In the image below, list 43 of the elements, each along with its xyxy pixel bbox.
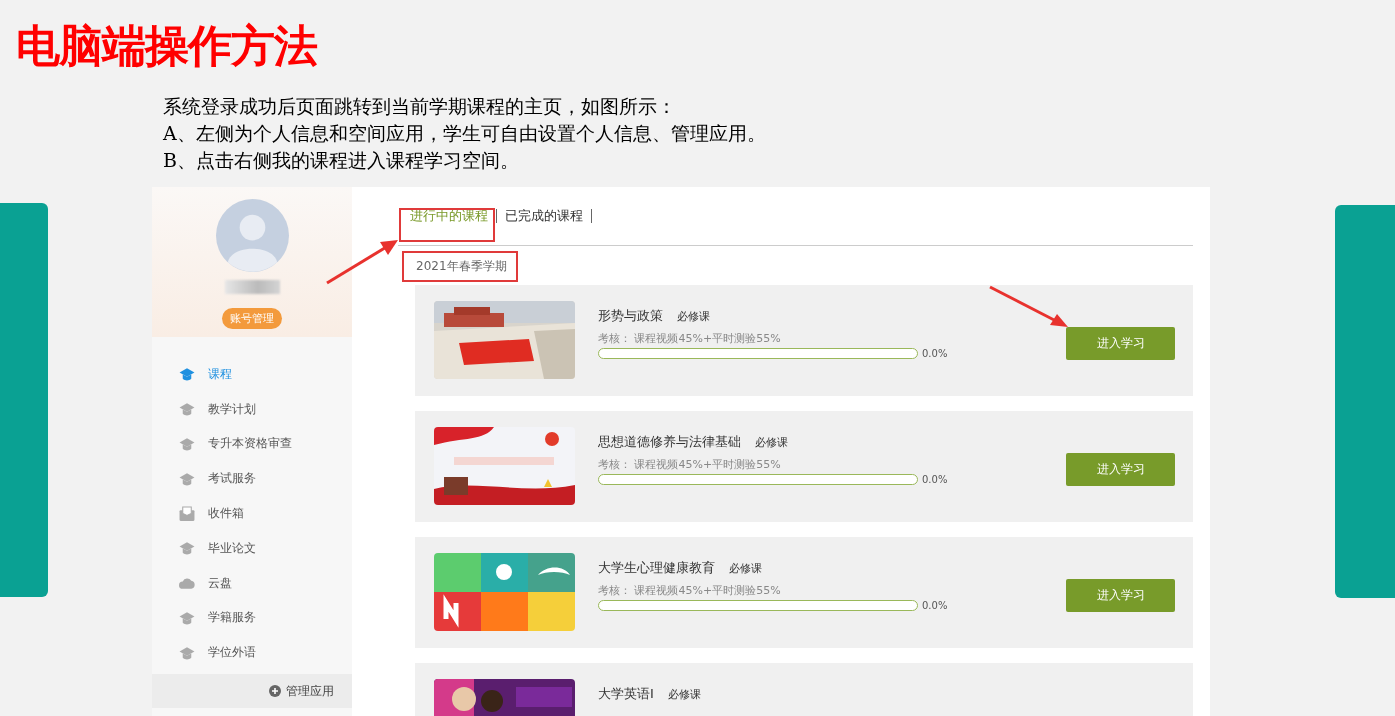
manage-link[interactable]: 管理应用 <box>286 682 334 700</box>
sidebar-item[interactable]: 专升本资格审查 <box>208 435 292 453</box>
assessment-text: 考核： 课程视频45%+平时测验55% <box>598 457 782 472</box>
progress-reading: 0.0% <box>922 601 948 611</box>
plus-icon <box>269 685 281 698</box>
avatar-icon <box>215 199 289 272</box>
instruction-text: 系统登录成功后页面跳转到当前学期课程的主页，如图所示： <box>163 94 677 119</box>
assessment-text: 考核： 课程视频45%+平时测验55% <box>598 583 782 598</box>
term-label: 2021年春季学期 <box>416 258 507 274</box>
sidebar-item[interactable]: 收件箱 <box>208 505 244 523</box>
sidebar-item[interactable]: 毕业论文 <box>208 539 256 557</box>
instruction-text: B、点击右侧我的课程进入课程学习空间。 <box>163 148 520 173</box>
course-title: 思想道德修养与法律基础 <box>598 433 741 451</box>
course-title: 大学英语Ⅰ <box>598 685 654 703</box>
sidebar-item[interactable]: 考试服务 <box>208 470 256 488</box>
graduation-cap-icon <box>178 401 196 418</box>
instruction-text: A、左侧为个人信息和空间应用，学生可自由设置个人信息、管理应用。 <box>163 121 766 146</box>
envelope-icon <box>178 505 196 522</box>
sidebar-item[interactable]: 教学计划 <box>208 400 256 418</box>
arrow <box>326 240 398 285</box>
sidebar-item[interactable]: 学位外语 <box>208 644 256 662</box>
course-type: 必修课 <box>677 309 710 324</box>
sidebar-item[interactable]: 云盘 <box>208 574 232 592</box>
graduation-cap-icon <box>178 644 196 661</box>
progress-reading: 0.0% <box>922 349 948 359</box>
divider <box>496 209 497 223</box>
course-type: 必修课 <box>755 435 788 450</box>
graduation-cap-icon <box>178 540 196 557</box>
graduation-cap-icon <box>178 470 196 487</box>
blurred-name <box>224 280 280 294</box>
graduation-cap-icon <box>178 366 196 383</box>
course-type: 必修课 <box>667 687 701 702</box>
assessment-text: 考核： 课程视频45%+平时测验55% <box>598 331 782 346</box>
divider <box>591 209 592 223</box>
slide-title: 电脑端操作方法 <box>16 19 317 73</box>
tab[interactable]: 已完成的课程 <box>505 207 583 225</box>
course-type: 必修课 <box>729 561 762 576</box>
graduation-cap-icon <box>178 609 196 626</box>
graduation-cap-icon <box>178 436 196 452</box>
course-title: 形势与政策 <box>598 307 663 325</box>
sidebar-item[interactable]: 学籍服务 <box>208 609 256 627</box>
course-title: 大学生心理健康教育 <box>598 559 715 577</box>
progress-reading: 0.0% <box>922 475 948 485</box>
